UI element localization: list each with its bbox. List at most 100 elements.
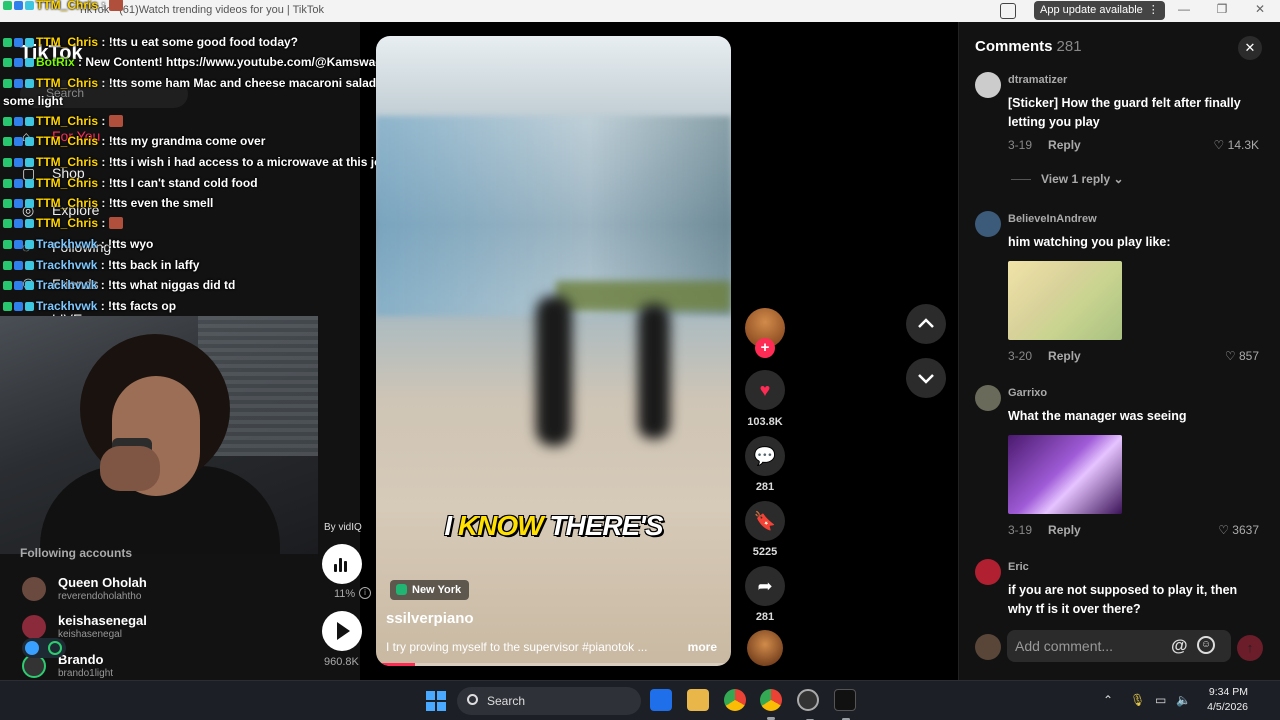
music-disc[interactable] (747, 630, 783, 666)
chat-badge-icon (14, 240, 23, 249)
chat-username: Trackhvwk (36, 258, 98, 272)
percent-label: 11% (334, 588, 356, 600)
chat-badge-icon (14, 137, 23, 146)
app-update-button[interactable]: App update available ⋮ (1034, 1, 1165, 20)
view-replies-button[interactable]: View 1 reply ⌄ (1011, 172, 1124, 186)
mention-icon[interactable]: @ (1171, 636, 1188, 656)
play-button[interactable] (322, 611, 362, 651)
comment-like-button[interactable]: ♡ 3637 (1218, 523, 1259, 537)
minimize-icon[interactable]: — (1176, 2, 1192, 16)
display-icon[interactable]: ▭ (1155, 693, 1166, 707)
stats-button[interactable] (322, 544, 362, 584)
windows-logo-pane (437, 691, 446, 700)
arrow-up-icon: ↑ (1246, 640, 1254, 655)
more-button[interactable]: more (688, 640, 717, 654)
view-replies-label: View 1 reply (1041, 172, 1111, 186)
account-item[interactable]: Queen Oholah reverendoholahtho (20, 575, 260, 605)
like-button[interactable]: ♥ (745, 370, 785, 410)
system-clock[interactable]: 9:34 PM 4/5/2026 (1198, 685, 1248, 715)
save-button[interactable]: 🔖 (745, 501, 785, 541)
taskbar-search[interactable]: Search (457, 687, 641, 715)
chat-message: Trackhvwk : !tts back in laffy (3, 258, 199, 272)
avatar[interactable] (975, 385, 1001, 411)
chat-separator: : (97, 237, 109, 251)
chat-badge-icon (3, 1, 12, 10)
obs-icon[interactable] (797, 689, 819, 720)
views-count: 960.8K (324, 656, 359, 668)
close-icon: ✕ (1244, 40, 1256, 55)
comment-author[interactable]: Garrixo (1008, 387, 1047, 399)
chat-text: !tts my grandma come over (108, 134, 266, 148)
comment-like-button[interactable]: ♡ 14.3K (1214, 138, 1259, 152)
video-player[interactable]: I KNOW THERE'S New York ssilverpiano I t… (376, 36, 731, 666)
chrome-icon[interactable] (724, 689, 746, 711)
heart-icon: ♥ (759, 380, 771, 400)
caption-word: I (444, 510, 458, 541)
avatar[interactable] (975, 211, 1001, 237)
chat-username: TTM_Chris (36, 114, 99, 128)
comment-item: dtramatizer [Sticker] How the guard felt… (975, 72, 1275, 172)
app-update-label: App update available (1040, 4, 1143, 16)
share-button[interactable]: ➦ (745, 566, 785, 606)
chevron-up-icon[interactable]: ⌃ (1103, 693, 1113, 707)
chat-badge-icon (25, 117, 34, 126)
comment-author[interactable]: dtramatizer (1008, 74, 1067, 86)
comments-header: Comments 281 (975, 38, 1082, 55)
comment-button[interactable]: 💬 (745, 436, 785, 476)
reply-button[interactable]: Reply (1048, 349, 1081, 363)
info-icon[interactable]: i (359, 587, 371, 599)
location-tag[interactable]: New York (390, 580, 470, 600)
comment-image[interactable] (1008, 261, 1122, 340)
chat-badge-icon (3, 219, 12, 228)
chat-text: New Content! https://www.youtube.com/@Ka… (85, 55, 402, 69)
chat-badge-icon (25, 261, 34, 270)
more-icon: ⋮ (1147, 4, 1159, 16)
send-button[interactable]: ↑ (1237, 635, 1263, 661)
reply-button[interactable]: Reply (1048, 523, 1081, 537)
chat-emote-icon (108, 217, 123, 229)
maximize-icon[interactable]: ❐ (1214, 2, 1230, 16)
chevron-up-icon (918, 318, 934, 328)
chrome-profile-icon[interactable] (760, 689, 782, 720)
windows-start-button[interactable] (426, 691, 446, 711)
chat-badge-icon (3, 179, 12, 188)
chat-username: TTM_Chris (36, 176, 99, 190)
file-explorer-icon[interactable] (687, 689, 709, 711)
chevron-down-icon: ⌄ (1113, 172, 1124, 186)
avatar[interactable] (975, 559, 1001, 585)
chat-separator: : (98, 196, 109, 210)
microphone-icon[interactable]: 🎙 (1130, 693, 1145, 707)
emoji-icon[interactable]: ☺ (1197, 636, 1215, 654)
comment-like-button[interactable]: ♡ 857 (1225, 349, 1259, 363)
store-icon[interactable] (650, 689, 672, 711)
chat-badge-icon (3, 158, 12, 167)
speaker-icon[interactable]: 🔈 (1176, 693, 1191, 707)
close-comments-button[interactable]: ✕ (1238, 36, 1262, 60)
comment-author[interactable]: Eric (1008, 561, 1029, 573)
close-window-icon[interactable]: ✕ (1252, 2, 1268, 16)
chat-badge-icon (3, 199, 12, 208)
chat-badge-icon (14, 38, 23, 47)
tiktok-app-icon[interactable] (834, 689, 856, 720)
next-video-button[interactable] (906, 358, 946, 398)
chat-message: TTM_Chris : (3, 216, 123, 230)
comment-like-count: 3637 (1232, 523, 1259, 537)
chat-separator: : (74, 55, 86, 69)
reply-button[interactable]: Reply (1048, 138, 1081, 152)
floating-widget[interactable] (22, 638, 66, 658)
chat-message: some light (3, 94, 63, 108)
follow-button[interactable]: + (755, 338, 775, 358)
comment-author[interactable]: BelieveInAndrew (1008, 213, 1097, 225)
comment-image[interactable] (1008, 435, 1122, 514)
previous-video-button[interactable] (906, 304, 946, 344)
chat-text: !tts what niggas did td (108, 278, 236, 292)
comment-text: if you are not supposed to play it, then… (1008, 583, 1238, 616)
avatar[interactable] (975, 72, 1001, 98)
video-person (638, 304, 670, 439)
clock-time: 9:34 PM (1208, 686, 1248, 698)
chat-username: TTM_Chris (36, 76, 99, 90)
video-author[interactable]: ssilverpiano (386, 610, 474, 627)
extensions-icon[interactable] (1000, 3, 1016, 19)
comment-count: 281 (755, 481, 775, 493)
video-progress-bar[interactable] (376, 663, 731, 666)
